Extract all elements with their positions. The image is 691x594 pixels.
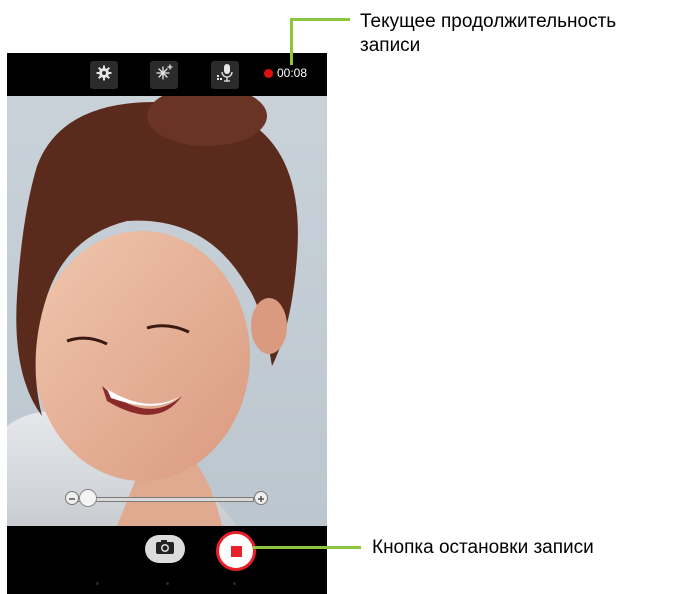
zoom-track[interactable] xyxy=(77,497,254,502)
camera-toolbar: 00:08 xyxy=(7,53,327,96)
recording-time: 00:08 xyxy=(277,66,308,80)
recording-indicator: 00:08 xyxy=(264,66,307,80)
stop-icon xyxy=(230,545,242,557)
effects-button[interactable] xyxy=(150,61,178,89)
zoom-out-icon[interactable] xyxy=(65,491,79,505)
sparkle-effects-icon xyxy=(155,63,173,87)
callout-line-duration xyxy=(290,18,350,21)
nav-dot xyxy=(96,582,99,585)
zoom-handle[interactable] xyxy=(79,489,97,507)
callout-line-stop xyxy=(253,546,361,549)
nav-dot xyxy=(166,582,169,585)
settings-button[interactable] xyxy=(90,61,118,89)
microphone-icon xyxy=(216,63,234,88)
stop-recording-button[interactable] xyxy=(216,531,256,571)
callout-line-duration-vertical xyxy=(290,18,293,65)
camera-viewfinder xyxy=(7,96,327,526)
audio-button[interactable] xyxy=(211,61,239,89)
recording-dot-icon xyxy=(264,68,273,78)
camera-icon xyxy=(155,539,175,560)
gear-icon xyxy=(96,65,112,86)
nav-dot xyxy=(233,582,236,585)
zoom-in-icon[interactable] xyxy=(254,491,268,505)
snapshot-button[interactable] xyxy=(145,535,185,563)
callout-duration-line1: Текущее продолжительность xyxy=(360,11,617,32)
callout-duration-line2: записи xyxy=(360,35,421,56)
camera-screen: 00:08 xyxy=(7,53,327,594)
callout-duration: Текущее продолжительность записи xyxy=(360,10,616,58)
zoom-slider[interactable] xyxy=(65,488,268,508)
camera-controls xyxy=(7,526,327,594)
viewfinder-photo xyxy=(7,96,298,526)
callout-stop: Кнопка остановки записи xyxy=(372,537,594,558)
